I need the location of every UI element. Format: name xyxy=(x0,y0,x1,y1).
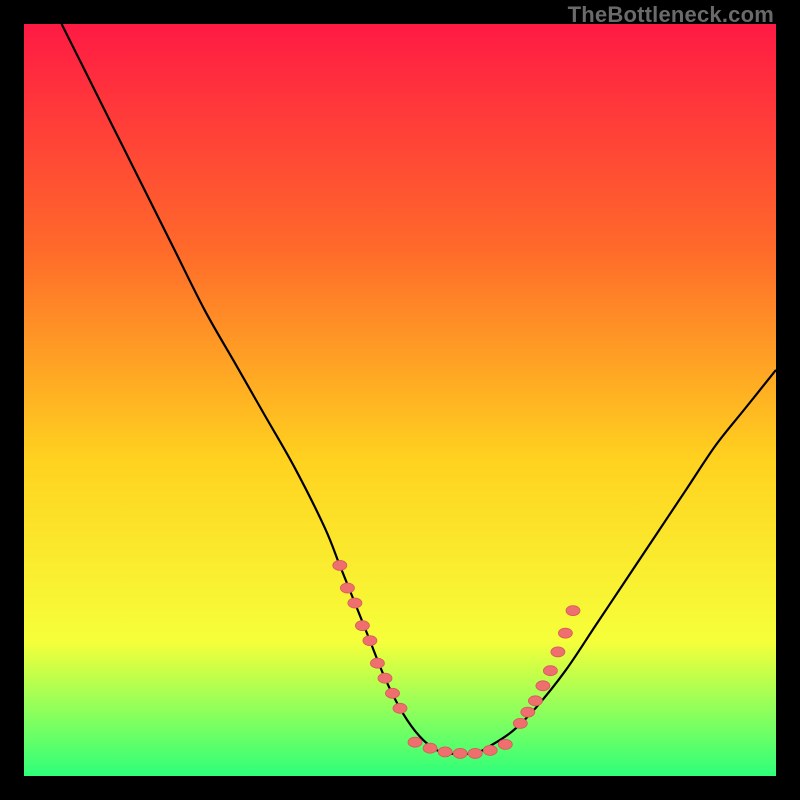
data-marker xyxy=(483,745,497,755)
data-marker xyxy=(566,606,580,616)
data-marker xyxy=(513,718,527,728)
data-marker xyxy=(551,647,565,657)
data-marker xyxy=(363,636,377,646)
data-marker xyxy=(536,681,550,691)
data-marker xyxy=(498,739,512,749)
data-marker xyxy=(521,707,535,717)
data-marker xyxy=(348,598,362,608)
watermark-text: TheBottleneck.com xyxy=(568,2,774,28)
data-marker xyxy=(453,748,467,758)
data-marker xyxy=(340,583,354,593)
gradient-background xyxy=(24,24,776,776)
data-marker xyxy=(333,560,347,570)
chart-frame xyxy=(24,24,776,776)
data-marker xyxy=(370,658,384,668)
data-marker xyxy=(543,666,557,676)
data-marker xyxy=(393,703,407,713)
data-marker xyxy=(423,743,437,753)
bottleneck-chart xyxy=(24,24,776,776)
data-marker xyxy=(355,621,369,631)
data-marker xyxy=(468,748,482,758)
data-marker xyxy=(438,747,452,757)
data-marker xyxy=(378,673,392,683)
data-marker xyxy=(558,628,572,638)
data-marker xyxy=(528,696,542,706)
data-marker xyxy=(408,737,422,747)
data-marker xyxy=(386,688,400,698)
